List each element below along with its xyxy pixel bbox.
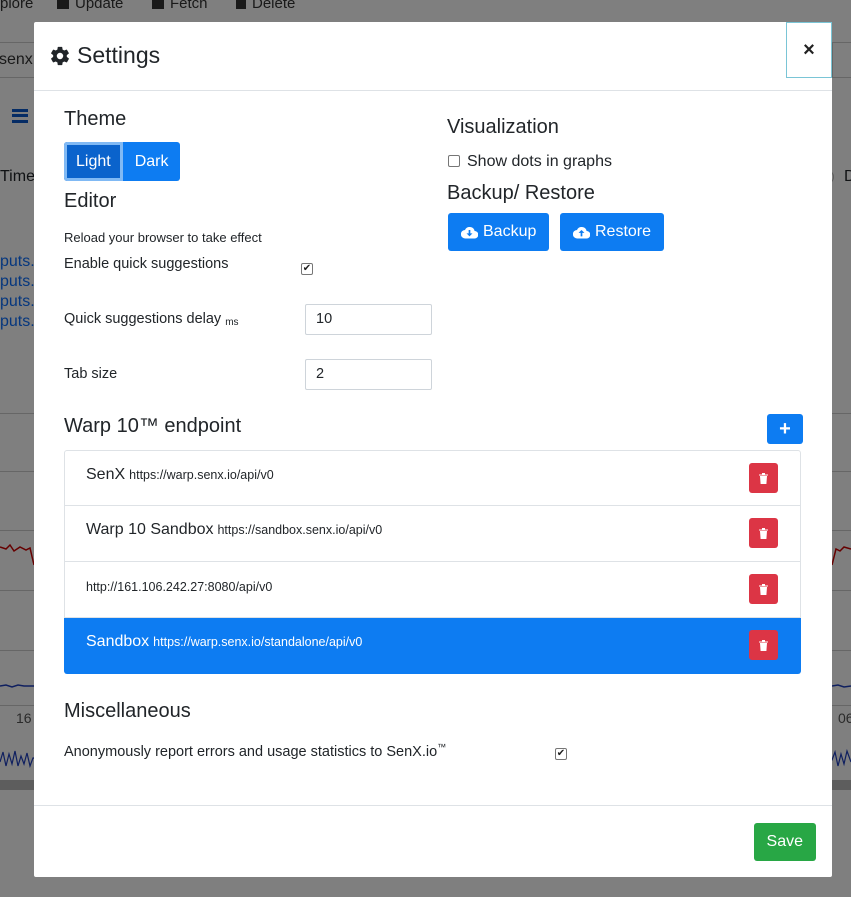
gear-icon <box>51 46 69 65</box>
delay-unit: ms <box>225 317 239 328</box>
modal-footer: Save <box>34 805 832 877</box>
settings-modal: Settings × Theme Light Dark Editor Reloa… <box>34 22 832 877</box>
endpoint-name: Sandbox <box>86 633 150 650</box>
endpoint-name: Warp 10 Sandbox <box>86 521 214 538</box>
endpoint-item[interactable]: http://161.106.242.27:8080/api/v0 <box>64 562 801 618</box>
cloud-download-icon <box>461 226 478 238</box>
editor-heading: Editor <box>64 190 117 212</box>
endpoint-item[interactable]: SenX https://warp.senx.io/api/v0 <box>64 450 801 506</box>
theme-light-button[interactable]: Light <box>64 142 123 181</box>
delete-endpoint-button[interactable] <box>749 630 778 660</box>
cloud-upload-icon <box>573 226 590 238</box>
endpoint-heading: Warp 10™ endpoint <box>64 415 242 437</box>
modal-title-text: Settings <box>77 42 161 68</box>
close-button[interactable]: × <box>786 22 832 78</box>
restore-button-label: Restore <box>595 223 652 240</box>
add-endpoint-button[interactable]: + <box>767 414 803 444</box>
show-dots-checkbox[interactable] <box>448 155 460 167</box>
endpoint-item-active[interactable]: Sandbox https://warp.senx.io/standalone/a… <box>64 618 801 674</box>
quick-suggestions-checkbox[interactable]: ✔ <box>301 263 313 275</box>
visualization-heading: Visualization <box>447 116 559 138</box>
restore-button[interactable]: Restore <box>560 213 665 251</box>
endpoint-list: SenX https://warp.senx.io/api/v0 Warp 10 … <box>64 450 801 674</box>
delay-label: Quick suggestions delay ms <box>64 311 239 328</box>
delete-endpoint-button[interactable] <box>749 463 778 493</box>
endpoint-name: SenX <box>86 466 126 483</box>
theme-dark-button[interactable]: Dark <box>122 142 181 181</box>
tab-size-label: Tab size <box>64 366 118 382</box>
report-label-text: Anonymously report errors and usage stat… <box>64 743 438 760</box>
save-button[interactable]: Save <box>753 823 816 861</box>
delete-endpoint-button[interactable] <box>749 518 778 548</box>
backup-button-label: Backup <box>483 223 537 240</box>
report-checkbox[interactable]: ✔ <box>555 748 567 760</box>
quick-suggestions-label: Enable quick suggestions <box>64 256 229 272</box>
misc-heading: Miscellaneous <box>64 700 191 722</box>
endpoint-item[interactable]: Warp 10 Sandbox https://sandbox.senx.io/a… <box>64 506 801 562</box>
tab-size-input[interactable]: 2 <box>305 359 432 390</box>
trash-icon <box>759 472 768 484</box>
backup-button[interactable]: Backup <box>448 213 550 251</box>
theme-toggle: Light Dark <box>64 142 181 181</box>
endpoint-url: https://warp.senx.io/api/v0 <box>129 468 274 482</box>
trash-icon <box>759 639 768 651</box>
report-label: Anonymously report errors and usage stat… <box>64 742 446 760</box>
modal-title: Settings <box>49 42 160 69</box>
trash-icon <box>759 583 768 595</box>
theme-heading: Theme <box>64 108 127 130</box>
delay-input[interactable]: 10 <box>305 304 432 335</box>
delay-label-text: Quick suggestions delay <box>64 311 222 327</box>
show-dots-label: Show dots in graphs <box>467 153 612 170</box>
editor-note: Reload your browser to take effect <box>64 230 262 245</box>
endpoint-url: https://warp.senx.io/standalone/api/v0 <box>153 635 363 649</box>
delete-endpoint-button[interactable] <box>749 574 778 604</box>
trademark-sup: ™ <box>437 742 447 752</box>
endpoint-label: SenX https://warp.senx.io/api/v0 <box>86 466 274 484</box>
modal-header: Settings × <box>34 22 832 91</box>
endpoint-url: https://sandbox.senx.io/api/v0 <box>217 523 383 537</box>
endpoint-label: Warp 10 Sandbox https://sandbox.senx.io/a… <box>86 521 382 539</box>
backup-heading: Backup/ Restore <box>447 182 595 204</box>
trash-icon <box>759 527 768 539</box>
endpoint-label: Sandbox https://warp.senx.io/standalone/a… <box>86 633 362 651</box>
endpoint-url: http://161.106.242.27:8080/api/v0 <box>86 580 273 594</box>
